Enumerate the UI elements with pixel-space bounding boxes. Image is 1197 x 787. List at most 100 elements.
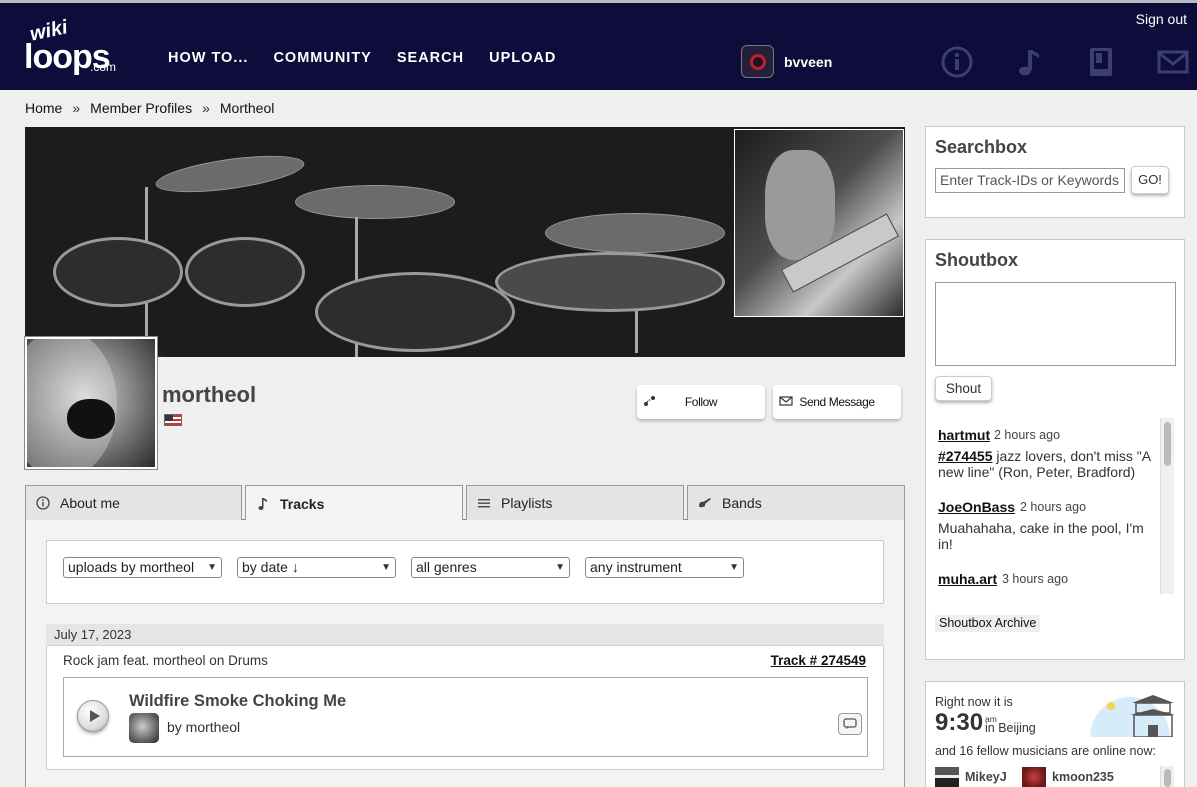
shout-list: hartmut 2 hours ago #274455 jazz lovers,… bbox=[935, 418, 1175, 594]
online-user[interactable]: MikeyJ bbox=[935, 767, 1007, 787]
shout-button[interactable]: Shout bbox=[935, 376, 992, 401]
now-time: 9:30 bbox=[935, 709, 984, 736]
online-list-scrollbar[interactable] bbox=[1160, 766, 1174, 787]
nav-community[interactable]: COMMUNITY bbox=[273, 50, 371, 66]
chat-icon bbox=[843, 718, 857, 729]
breadcrumb: Home » Member Profiles » Mortheol bbox=[25, 100, 274, 116]
online-user-name: kmoon235 bbox=[1052, 770, 1114, 784]
now-city: in Beijing bbox=[985, 721, 1036, 735]
shout-time: 3 hours ago bbox=[1002, 572, 1069, 586]
track-title[interactable]: Wildfire Smoke Choking Me bbox=[129, 692, 346, 711]
guitar-icon bbox=[699, 498, 711, 508]
music-note-icon[interactable] bbox=[1012, 45, 1046, 79]
shout-message: Muahahaha, cake in the pool, I'm in! bbox=[938, 520, 1144, 552]
shout-user-link[interactable]: muha.art bbox=[938, 571, 997, 587]
uploads-filter-select[interactable]: uploads by mortheol ▼ bbox=[63, 557, 222, 578]
breadcrumb-current: Mortheol bbox=[219, 100, 275, 116]
tab-playlists[interactable]: Playlists bbox=[466, 485, 684, 520]
follow-label: Follow bbox=[684, 395, 718, 409]
profile-banner-image bbox=[25, 127, 905, 357]
logo-text-com: .com bbox=[90, 60, 117, 74]
sort-select[interactable]: by date ↓ ▼ bbox=[237, 557, 396, 578]
shout-message: #274455 jazz lovers, don't miss "A new l… bbox=[938, 448, 1156, 480]
cymbal-shape bbox=[153, 148, 307, 200]
instrument-value: any instrument bbox=[590, 559, 682, 575]
drum-shape bbox=[315, 272, 515, 352]
shoutbox-title: Shoutbox bbox=[935, 250, 1018, 270]
search-go-button[interactable]: GO! bbox=[1131, 166, 1169, 194]
online-user-name: MikeyJ bbox=[965, 770, 1007, 784]
mail-icon[interactable] bbox=[1156, 45, 1190, 79]
shout-track-link[interactable]: #274455 bbox=[938, 448, 993, 464]
user-name: bvveen bbox=[784, 53, 833, 70]
us-flag-icon bbox=[164, 414, 182, 426]
profile-avatar-lion bbox=[25, 337, 157, 469]
tab-bands[interactable]: Bands bbox=[687, 485, 905, 520]
shout-user-link[interactable]: hartmut bbox=[938, 427, 990, 443]
send-message-button[interactable]: Send Message bbox=[773, 385, 901, 419]
profile-tabs: About me Tracks Playlists Bands bbox=[25, 485, 905, 521]
breadcrumb-home[interactable]: Home bbox=[25, 100, 62, 116]
main-nav: HOW TO... COMMUNITY SEARCH UPLOAD bbox=[168, 50, 556, 66]
track-uploader: by mortheol bbox=[167, 719, 241, 735]
shout-textarea[interactable] bbox=[935, 282, 1176, 366]
breadcrumb-separator: » bbox=[202, 100, 210, 116]
tab-about-me[interactable]: About me bbox=[25, 485, 242, 520]
chevron-down-icon: ▼ bbox=[555, 562, 565, 573]
online-user-avatar bbox=[935, 767, 959, 787]
nav-search[interactable]: SEARCH bbox=[397, 50, 464, 66]
tab-tracks-label: Tracks bbox=[280, 495, 325, 512]
searchbox-title: Searchbox bbox=[935, 137, 1028, 157]
send-message-label: Send Message bbox=[799, 395, 875, 409]
tab-playlists-label: Playlists bbox=[501, 495, 553, 511]
nav-upload[interactable]: UPLOAD bbox=[489, 50, 556, 66]
now-label: Right now it is bbox=[935, 695, 1013, 709]
info-icon[interactable] bbox=[940, 45, 974, 79]
sign-out-link[interactable]: Sign out bbox=[1136, 11, 1187, 27]
track-search-input[interactable]: Enter Track-IDs or Keywords bbox=[935, 168, 1125, 193]
profile-name: mortheol bbox=[162, 382, 257, 407]
envelope-icon bbox=[779, 396, 793, 406]
follow-icon bbox=[644, 396, 655, 406]
tab-about-me-label: About me bbox=[60, 495, 120, 511]
instrument-select[interactable]: any instrument ▼ bbox=[585, 557, 744, 578]
online-count-text: and 16 fellow musicians are online now: bbox=[935, 744, 1156, 758]
drum-shape bbox=[185, 237, 305, 307]
tab-tracks[interactable]: Tracks bbox=[245, 485, 463, 521]
user-avatar bbox=[741, 45, 774, 78]
drum-shape bbox=[53, 237, 183, 307]
track-card bbox=[63, 677, 868, 757]
user-menu[interactable]: bvveen bbox=[741, 45, 832, 78]
city-skyline-illustration bbox=[1090, 695, 1175, 737]
shout-time: 2 hours ago bbox=[1020, 500, 1087, 514]
track-id-link[interactable]: Track # 274549 bbox=[771, 653, 866, 668]
cymbal-shape bbox=[545, 213, 725, 253]
breadcrumb-member-profiles[interactable]: Member Profiles bbox=[90, 100, 192, 116]
drum-shape bbox=[495, 252, 725, 312]
track-uploader-avatar bbox=[129, 713, 159, 743]
chevron-down-icon: ▼ bbox=[729, 562, 739, 573]
music-note-icon bbox=[258, 497, 267, 510]
book-icon[interactable] bbox=[1084, 45, 1118, 79]
breadcrumb-separator: » bbox=[72, 100, 81, 116]
wikiloops-logo[interactable]: wiki loops .com bbox=[24, 16, 120, 76]
cymbal-shape bbox=[295, 185, 455, 219]
follow-button[interactable]: Follow bbox=[637, 385, 765, 419]
genre-value: all genres bbox=[416, 559, 477, 575]
online-user[interactable]: kmoon235 bbox=[1022, 767, 1114, 787]
play-icon bbox=[89, 710, 100, 722]
top-header: wiki loops .com HOW TO... COMMUNITY SEAR… bbox=[0, 0, 1197, 90]
play-button[interactable] bbox=[77, 700, 109, 732]
banner-inset-guitarist-photo bbox=[734, 129, 904, 317]
shout-user-link[interactable]: JoeOnBass bbox=[938, 499, 1015, 515]
nav-how-to[interactable]: HOW TO... bbox=[168, 50, 248, 66]
info-icon bbox=[36, 496, 50, 510]
track-description: Rock jam feat. mortheol on Drums bbox=[63, 653, 268, 668]
track-options-button[interactable] bbox=[838, 713, 862, 735]
tab-bands-label: Bands bbox=[722, 495, 762, 511]
genre-select[interactable]: all genres ▼ bbox=[411, 557, 570, 578]
chevron-down-icon: ▼ bbox=[207, 562, 217, 573]
chevron-down-icon: ▼ bbox=[381, 562, 391, 573]
shoutbox-archive-link[interactable]: Shoutbox Archive bbox=[935, 615, 1041, 632]
shout-list-scrollbar[interactable] bbox=[1160, 418, 1174, 594]
